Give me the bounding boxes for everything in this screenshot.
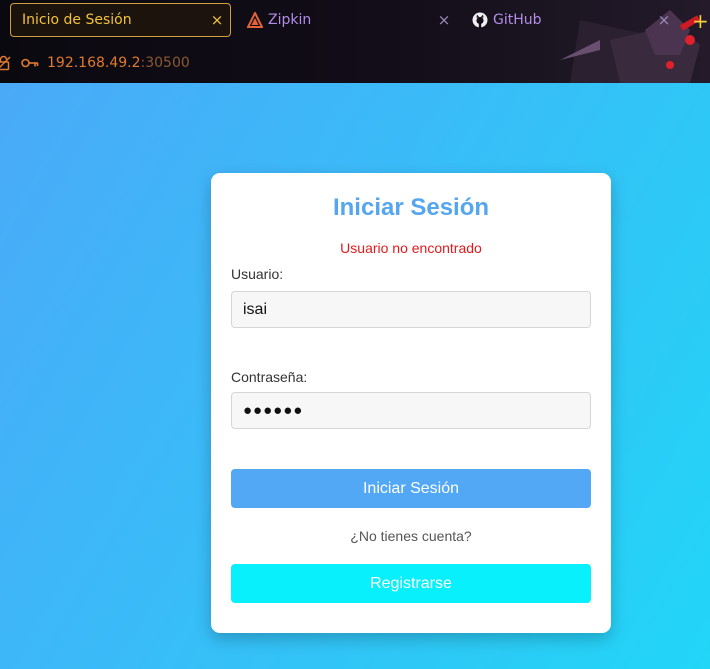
username-label: Usuario: <box>231 266 284 282</box>
url-host: 192.168.49.2 <box>47 55 141 71</box>
tab-zipkin[interactable]: Zipkin × <box>247 3 457 37</box>
new-tab-button[interactable]: + <box>692 9 709 33</box>
key-icon[interactable] <box>21 57 39 69</box>
password-label: Contraseña: <box>231 369 308 385</box>
tab-label: Zipkin <box>268 12 312 28</box>
error-message: Usuario no encontrado <box>340 240 482 256</box>
tab-close-icon[interactable]: × <box>431 11 457 29</box>
tab-github[interactable]: GitHub × <box>472 3 677 37</box>
browser-chrome: Inicio de Sesión × Zipkin × GitHub × + 1… <box>0 0 710 83</box>
zipkin-icon <box>247 12 263 28</box>
username-value: isai <box>243 300 268 318</box>
github-icon <box>472 12 488 28</box>
page-background: Iniciar Sesión Usuario no encontrado Usu… <box>0 83 710 669</box>
tab-close-icon[interactable]: × <box>204 11 230 29</box>
address-bar[interactable]: 192.168.49.2:30500 <box>0 46 560 80</box>
tab-close-icon[interactable]: × <box>651 11 677 29</box>
no-account-text: ¿No tienes cuenta? <box>350 528 472 544</box>
register-button[interactable]: Registrarse <box>231 564 591 603</box>
tab-label: GitHub <box>493 12 542 28</box>
insecure-connection-icon[interactable] <box>0 55 11 71</box>
password-value: ●●●●●● <box>243 402 304 419</box>
login-card: Iniciar Sesión Usuario no encontrado Usu… <box>211 173 611 633</box>
login-button[interactable]: Iniciar Sesión <box>231 469 591 508</box>
password-input[interactable]: ●●●●●● <box>231 392 591 429</box>
tab-label: Inicio de Sesión <box>22 12 132 28</box>
username-input[interactable]: isai <box>231 291 591 328</box>
tab-inicio-de-sesion[interactable]: Inicio de Sesión × <box>10 3 231 37</box>
page-title: Iniciar Sesión <box>332 194 490 221</box>
url-port: :30500 <box>140 55 190 71</box>
